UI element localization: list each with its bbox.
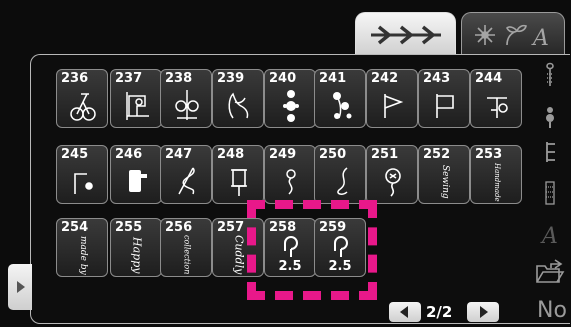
stitch-number: 259: [319, 220, 347, 235]
stitch-key-253[interactable]: 253 Handmade: [470, 145, 522, 204]
stitch-number: 258: [269, 220, 297, 235]
stitch-dots-icon: [545, 181, 555, 205]
dress-form-icon: [129, 170, 147, 192]
stitch-key-255[interactable]: 255 Happy: [110, 218, 162, 277]
stitch-number: 240: [269, 71, 297, 86]
stitch-number: 239: [217, 71, 245, 86]
page-next-button[interactable]: [467, 302, 499, 322]
stitch-number: 237: [115, 71, 143, 86]
stitch-key-244[interactable]: 244: [470, 69, 522, 128]
stitch-number: 251: [371, 147, 399, 162]
flower-sprig-icon: [333, 92, 352, 119]
stitch-number: 254: [61, 220, 89, 235]
stitch-key-250[interactable]: 250: [314, 145, 366, 204]
stitch-key-239[interactable]: 239: [212, 69, 264, 128]
sewing-machine-screen: A 236 237 238 239 240 241 242 243 244 24…: [0, 0, 571, 327]
decorative-stitch-icon: [370, 25, 441, 44]
stitch-word: Sewing: [440, 165, 450, 199]
stitch-bee-icon: [546, 107, 554, 128]
needle-button[interactable]: [535, 62, 565, 88]
button-icon: [487, 97, 508, 118]
scissors-icon: [175, 90, 199, 120]
stitch-key-248[interactable]: 248: [212, 145, 264, 204]
thread-spool-icon: [231, 169, 247, 196]
stitch-number: 238: [165, 71, 193, 86]
needle-icon: [546, 62, 554, 86]
triangle-right-icon: [480, 306, 488, 318]
stitch-dots-button[interactable]: [535, 180, 565, 206]
buttonhole-icon: [284, 236, 299, 257]
stitch-number: 257: [217, 220, 245, 235]
stitch-key-238[interactable]: 238: [160, 69, 212, 128]
stitch-number: 249: [269, 147, 297, 162]
stitch-scale-icon: [546, 142, 555, 162]
stitch-key-241[interactable]: 241: [314, 69, 366, 128]
bicycle-icon: [70, 93, 96, 121]
stitch-number: 252: [423, 147, 451, 162]
needle-thread-icon: [178, 167, 195, 195]
pin-icon: [74, 173, 93, 194]
tab-decorative-stitches[interactable]: [355, 12, 456, 56]
stitch-number: 247: [165, 147, 193, 162]
stitch-word: Happy: [130, 236, 144, 274]
stitch-value: 2.5: [328, 259, 352, 274]
flag-pennant-icon: [436, 94, 454, 118]
stitch-key-245[interactable]: 245: [56, 145, 108, 204]
letter-a-glyph: A: [531, 26, 549, 49]
button-thread-icon: [385, 168, 401, 197]
flower-leaf-letter-icon: A: [475, 24, 549, 49]
stitch-key-256[interactable]: 256 collection: [160, 218, 212, 277]
letter-a-button[interactable]: A: [535, 226, 565, 248]
flag-icon: [384, 94, 404, 118]
tab-character-stitches[interactable]: A: [461, 12, 565, 56]
stitch-number: 248: [217, 147, 245, 162]
no-label[interactable]: No: [537, 298, 567, 323]
letter-a-icon: A: [542, 224, 558, 249]
stitch-key-240[interactable]: 240: [264, 69, 316, 128]
bee-icon: [286, 169, 296, 195]
stitch-bee-button[interactable]: [535, 106, 565, 128]
stitch-number: 241: [319, 71, 347, 86]
flower-chain-icon: [283, 90, 299, 122]
glove-icon: [228, 92, 249, 119]
stitch-key-242[interactable]: 242: [366, 69, 418, 128]
stitch-key-259[interactable]: 259 2.5: [314, 218, 366, 277]
stitch-word: Handmade: [493, 162, 501, 202]
chevron-right-icon: [17, 281, 25, 293]
stitch-key-249[interactable]: 249: [264, 145, 316, 204]
stitch-number: 253: [475, 147, 503, 162]
stitch-number: 246: [115, 147, 143, 162]
stitch-number: 255: [115, 220, 143, 235]
sewing-machine-icon: [126, 92, 149, 120]
stitch-key-254[interactable]: 254 made by: [56, 218, 108, 277]
stitch-number: 244: [475, 71, 503, 86]
stitch-scale-button[interactable]: [535, 140, 565, 164]
stitch-key-237[interactable]: 237: [110, 69, 162, 128]
stitch-number: 245: [61, 147, 89, 162]
stitch-key-251[interactable]: 251: [366, 145, 418, 204]
stitch-number: 242: [371, 71, 399, 86]
stitch-key-247[interactable]: 247: [160, 145, 212, 204]
stitch-key-246[interactable]: 246: [110, 145, 162, 204]
stitch-number: 250: [319, 147, 347, 162]
stitch-value: 2.5: [278, 259, 302, 274]
stitch-key-243[interactable]: 243: [418, 69, 470, 128]
page-indicator: 2/2: [426, 303, 453, 321]
open-folder-icon: [536, 259, 565, 283]
open-folder-button[interactable]: [535, 258, 565, 286]
stitch-key-252[interactable]: 252 Sewing: [418, 145, 470, 204]
stitch-number: 256: [165, 220, 193, 235]
needle-thread-icon: [337, 167, 348, 195]
stitch-key-258[interactable]: 258 2.5: [264, 218, 316, 277]
triangle-left-icon: [400, 306, 408, 318]
stitch-word: made by: [78, 235, 88, 275]
stitch-number: 236: [61, 71, 89, 86]
stitch-word: collection: [182, 235, 192, 275]
buttonhole-icon: [334, 236, 349, 257]
stitch-number: 243: [423, 71, 451, 86]
side-panel-toggle[interactable]: [8, 264, 32, 310]
stitch-key-236[interactable]: 236: [56, 69, 108, 128]
page-prev-button[interactable]: [389, 302, 421, 322]
